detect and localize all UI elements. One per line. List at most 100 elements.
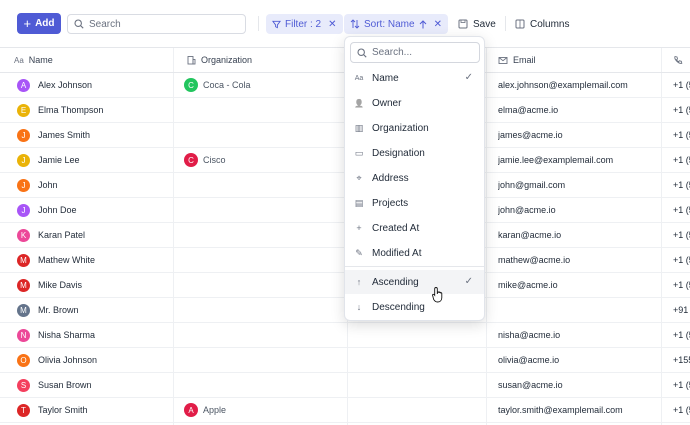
name-cell[interactable]: N Nisha Sharma (17, 323, 95, 347)
org-avatar: C (184, 78, 198, 92)
avatar: M (17, 253, 30, 267)
sort-order-ascending[interactable]: ↑ Ascending ✓ (345, 270, 484, 294)
sort-order-descending[interactable]: ↓ Descending (345, 295, 484, 319)
name-cell[interactable]: A Alex Johnson (17, 73, 92, 97)
contact-name: Jamie Lee (38, 155, 80, 165)
email-cell[interactable]: taylor.smith@examplemail.com (498, 398, 623, 422)
email-value: elma@acme.io (498, 105, 559, 115)
contact-name: Mathew White (38, 255, 96, 265)
avatar: J (17, 128, 30, 142)
sort-chip[interactable]: Sort: Name ✕ (344, 14, 448, 34)
name-cell[interactable]: M Mr. Brown (17, 298, 79, 322)
phone-cell[interactable]: +1 (5 (673, 98, 690, 122)
sort-field-organization[interactable]: ▥ Organization (345, 116, 484, 140)
add-button[interactable]: + Add (17, 13, 61, 34)
email-cell[interactable]: mike@acme.io (498, 273, 558, 297)
phone-cell[interactable]: +1 (5 (673, 248, 690, 272)
phone-cell[interactable]: +1 (5 (673, 173, 690, 197)
email-cell[interactable]: mathew@acme.io (498, 248, 570, 272)
org-name: Coca - Cola (203, 80, 251, 90)
phone-cell[interactable]: +1 (5 (673, 73, 690, 97)
clear-filter-icon[interactable]: ✕ (328, 19, 336, 30)
hand-cursor-icon (432, 287, 443, 303)
sort-field-owner[interactable]: 👤 Owner (345, 91, 484, 115)
table-row[interactable]: T Taylor Smith A Apple taylor.smith@examplem… (0, 398, 690, 423)
check-icon: ✓ (464, 276, 473, 287)
briefcase-icon: ▭ (354, 147, 364, 158)
table-row[interactable]: N Nisha Sharma nisha@acme.io +1 (5 (0, 323, 690, 348)
email-cell[interactable]: karan@acme.io (498, 223, 561, 247)
column-header-organization[interactable]: Organization (186, 48, 252, 72)
phone-cell[interactable]: +1 (5 (673, 373, 690, 397)
email-cell[interactable]: james@acme.io (498, 123, 563, 147)
column-header-email[interactable]: Email (498, 48, 536, 72)
user-icon: 👤 (354, 98, 364, 108)
phone-value: +1 (5 (673, 230, 690, 240)
column-header-name[interactable]: Aa Name (14, 48, 53, 72)
email-cell[interactable]: john@acme.io (498, 198, 556, 222)
funnel-icon (272, 20, 281, 28)
search-box[interactable] (67, 14, 246, 34)
columns-button[interactable]: Columns (515, 14, 569, 34)
name-cell[interactable]: J John (17, 173, 58, 197)
sort-field-label: Projects (372, 197, 409, 209)
email-cell[interactable]: nisha@acme.io (498, 323, 560, 347)
name-cell[interactable]: M Mathew White (17, 248, 95, 272)
name-cell[interactable]: O Olivia Johnson (17, 348, 97, 372)
search-input[interactable] (89, 18, 239, 30)
name-cell[interactable]: E Elma Thompson (17, 98, 103, 122)
email-value: mike@acme.io (498, 280, 558, 290)
organization-cell[interactable]: C Cisco (184, 148, 226, 172)
name-cell[interactable]: J Jamie Lee (17, 148, 80, 172)
email-cell[interactable]: elma@acme.io (498, 98, 558, 122)
phone-cell[interactable]: +1 (5 (673, 198, 690, 222)
add-button-label: Add (35, 18, 55, 29)
sort-field-created-at[interactable]: + Created At (345, 216, 484, 240)
phone-cell[interactable]: +1 (5 (673, 148, 690, 172)
search-icon (74, 19, 84, 29)
sort-order-label: Ascending (372, 276, 419, 288)
email-cell[interactable]: susan@acme.io (498, 373, 563, 397)
phone-value: +1 (5 (673, 280, 690, 290)
phone-cell[interactable]: +91 (673, 298, 688, 322)
name-cell[interactable]: J John Doe (17, 198, 77, 222)
sort-field-designation[interactable]: ▭ Designation (345, 141, 484, 165)
sort-field-address[interactable]: ⌖ Address (345, 166, 484, 190)
phone-cell[interactable]: +1 (5 (673, 223, 690, 247)
email-cell[interactable]: jamie.lee@examplemail.com (498, 148, 613, 172)
avatar: M (17, 303, 30, 317)
save-button[interactable]: Save (458, 14, 496, 34)
phone-cell[interactable]: +1 (5 (673, 398, 690, 422)
table-row[interactable]: S Susan Brown susan@acme.io +1 (5 (0, 373, 690, 398)
phone-cell[interactable]: +1 (5 (673, 123, 690, 147)
arrow-down-icon: ↓ (356, 302, 362, 312)
name-cell[interactable]: T Taylor Smith (17, 398, 88, 422)
organization-cell[interactable]: A Apple (184, 398, 226, 422)
contact-name: Mr. Brown (38, 305, 79, 315)
name-cell[interactable]: J James Smith (17, 123, 90, 147)
column-header-phone[interactable] (673, 48, 683, 72)
phone-value: +1 (5 (673, 130, 690, 140)
sort-field-projects[interactable]: ▤ Projects (345, 191, 484, 215)
sort-search-box[interactable] (350, 42, 480, 63)
email-cell[interactable]: alex.johnson@examplemail.com (498, 73, 628, 97)
filter-chip[interactable]: Filter : 2 ✕ (266, 14, 343, 34)
email-cell[interactable]: john@gmail.com (498, 173, 565, 197)
phone-cell[interactable]: +1 (5 (673, 323, 690, 347)
email-cell[interactable]: olivia@acme.io (498, 348, 559, 372)
phone-cell[interactable]: +1 (5 (673, 273, 690, 297)
name-cell[interactable]: S Susan Brown (17, 373, 92, 397)
clear-sort-icon[interactable]: ✕ (434, 19, 442, 30)
organization-cell[interactable]: C Coca - Cola (184, 73, 251, 97)
phone-cell[interactable]: +155 (673, 348, 690, 372)
avatar: S (17, 378, 30, 392)
name-cell[interactable]: K Karan Patel (17, 223, 85, 247)
table-row[interactable]: O Olivia Johnson olivia@acme.io +155 (0, 348, 690, 373)
sort-search-input[interactable] (372, 47, 472, 58)
sort-field-modified-at[interactable]: ✎ Modified At (345, 241, 484, 265)
sort-field-name[interactable]: Aa Name ✓ (345, 66, 484, 90)
save-icon (458, 19, 468, 29)
plus-icon: + (23, 16, 32, 31)
name-cell[interactable]: M Mike Davis (17, 273, 82, 297)
contact-name: John (38, 180, 58, 190)
